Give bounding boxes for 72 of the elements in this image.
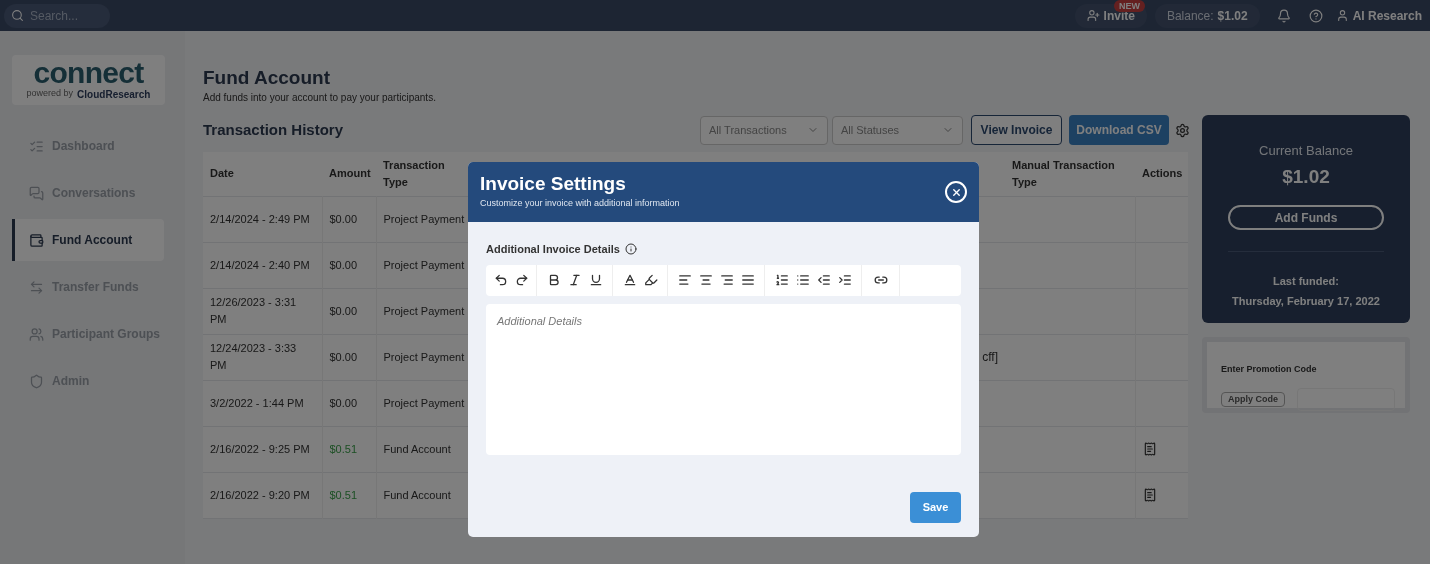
filter-dropdown[interactable]: All Transactions	[700, 115, 828, 145]
arrows-icon	[29, 279, 44, 295]
column-header: Manual Transaction Type	[1012, 158, 1115, 188]
last-funded-label: Last funded:	[1273, 274, 1339, 289]
receipt-icon[interactable]	[1142, 442, 1157, 456]
date-cell: 2/16/2022 - 9:20 PM	[210, 488, 310, 501]
balance-label: Balance:	[1166, 7, 1214, 25]
user-icon	[1335, 9, 1349, 22]
receipt-icon[interactable]	[1142, 488, 1157, 502]
date-cell: 12/26/2023 - 3:31 PM	[210, 296, 297, 325]
date-cell: 2/14/2024 - 2:40 PM	[210, 258, 310, 271]
apply-code-button[interactable]: Apply Code	[1221, 392, 1285, 407]
date-cell: 2/14/2024 - 2:49 PM	[210, 212, 310, 225]
balance-label: Current Balance	[1259, 142, 1353, 160]
type-cell: Project Payment	[383, 304, 465, 317]
logo-wordmark: connect	[33, 58, 144, 87]
shield-icon	[29, 373, 44, 389]
bell-icon	[1276, 8, 1291, 23]
chat-bubbles-icon	[29, 185, 44, 201]
type-cell: Project Payment	[383, 396, 465, 409]
table-cell: cff]	[982, 350, 998, 364]
close-icon	[950, 186, 962, 198]
date-cell: 2/16/2022 - 9:25 PM	[210, 442, 310, 455]
save-button[interactable]: Save	[910, 491, 961, 523]
last-funded-date: Thursday, February 17, 2022	[1232, 293, 1380, 309]
column-header: Date	[210, 167, 234, 180]
wallet-icon	[29, 232, 44, 248]
type-cell: Fund Account	[383, 442, 451, 455]
page-subtitle: Add funds into your account to pay your participants.	[203, 91, 437, 105]
section-title: Transaction History	[203, 119, 344, 140]
search-icon	[11, 9, 24, 22]
new-badge: NEW	[1113, 0, 1145, 12]
amount-cell: $0.00	[329, 258, 358, 271]
field-label: Additional Invoice Details	[486, 242, 620, 257]
balance-amount: $1.02	[1282, 164, 1330, 189]
filter-dropdown[interactable]: All Statuses	[832, 115, 963, 145]
dialog-title: Invoice Settings	[480, 173, 627, 196]
amount-cell: $0.00	[329, 304, 358, 317]
sidebar-item[interactable]: Fund Account	[12, 219, 164, 261]
invite-button[interactable]: Invite NEW	[1074, 3, 1147, 28]
amount-cell: $0.51	[329, 442, 358, 455]
details-editor[interactable]: Additional Details	[486, 303, 961, 455]
download-csv-button[interactable]: Download CSV	[1069, 115, 1169, 145]
add-user-icon	[1086, 9, 1100, 22]
amount-cell: $0.51	[329, 488, 358, 501]
checklist-icon	[29, 138, 44, 154]
date-cell: 3/2/2022 - 1:44 PM	[210, 396, 304, 409]
column-header: Transaction Type	[383, 158, 445, 188]
dialog-subtitle: Customize your invoice with additional information	[480, 197, 680, 211]
page-title: Fund Account	[203, 67, 331, 89]
column-header: Amount	[329, 167, 371, 180]
close-button[interactable]	[945, 181, 967, 203]
column-header: Actions	[1142, 167, 1183, 180]
settings-icon[interactable]	[1175, 122, 1190, 138]
amount-cell: $0.00	[329, 212, 358, 225]
amount-cell: $0.00	[329, 350, 358, 363]
logo-tagline: powered by	[26, 87, 74, 101]
people-icon	[29, 326, 44, 342]
type-cell: Project Payment	[383, 258, 465, 271]
add-funds-button[interactable]: Add Funds	[1228, 205, 1384, 230]
type-cell: Project Payment	[383, 350, 465, 363]
balance-value: $1.02	[1217, 7, 1248, 25]
logo-brand: CloudResearch	[77, 87, 151, 102]
date-cell: 12/24/2023 - 3:33 PM	[210, 342, 297, 371]
promo-label: Enter Promotion Code	[1221, 364, 1317, 374]
user-menu-button[interactable]: AI Research	[1335, 6, 1426, 25]
info-icon[interactable]	[624, 243, 637, 256]
type-cell: Fund Account	[383, 488, 451, 501]
help-icon	[1308, 8, 1323, 23]
amount-cell: $0.00	[329, 396, 358, 409]
type-cell: Project Payment	[383, 212, 465, 225]
view-invoice-button[interactable]: View Invoice	[971, 115, 1062, 145]
